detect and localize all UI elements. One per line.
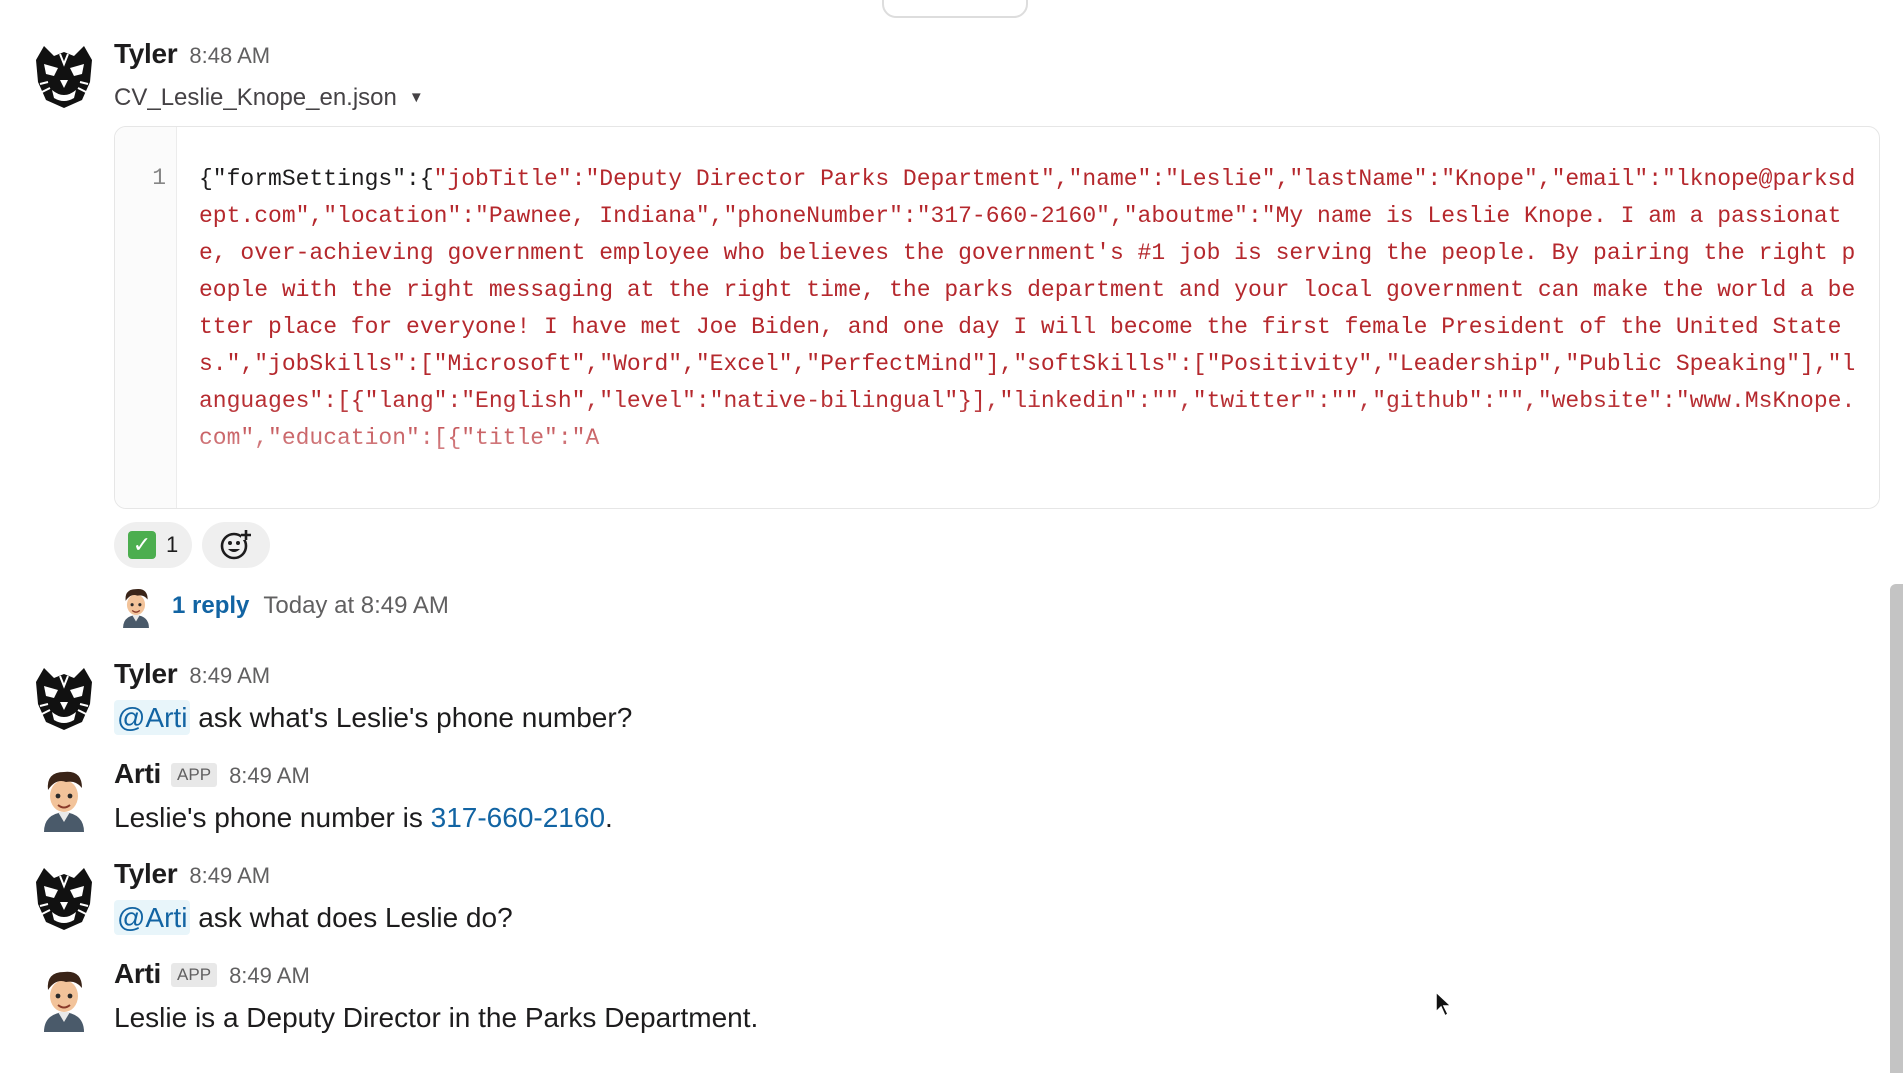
code-open: {"formSettings":{ [199, 166, 434, 192]
caret-down-icon[interactable]: ▼ [409, 89, 424, 106]
line-gutter: 1 [115, 127, 177, 508]
line-number: 1 [152, 165, 166, 191]
author-name[interactable]: Tyler [114, 658, 178, 690]
author-name[interactable]: Tyler [114, 858, 178, 890]
cartoon-boy-icon [30, 964, 98, 1032]
snippet-fade [177, 398, 1879, 508]
app-badge: APP [171, 963, 218, 987]
timestamp[interactable]: 8:48 AM [189, 43, 270, 69]
mention-arti[interactable]: @Arti [114, 900, 191, 935]
code-snippet[interactable]: 1 {"formSettings":{"jobTitle":"Deputy Di… [114, 126, 1880, 509]
tiger-face-icon [30, 864, 98, 932]
arti-avatar[interactable] [30, 964, 98, 1032]
reaction-count: 1 [166, 532, 179, 557]
tiger-face-icon [30, 42, 98, 110]
message-text: Leslie's phone number is 317-660-2160. [114, 802, 613, 834]
last-reply-time: Today at 8:49 AM [263, 592, 449, 619]
message-text: @Arti ask what's Leslie's phone number? [114, 700, 633, 735]
reaction-check[interactable]: ✓ 1 [114, 522, 193, 568]
author-name[interactable]: Arti [114, 758, 161, 790]
message-punctuation: . [605, 802, 613, 833]
tiger-face-icon [30, 664, 98, 732]
timestamp[interactable]: 8:49 AM [229, 963, 310, 989]
message-body: ask what does Leslie do? [190, 902, 513, 933]
tyler-avatar[interactable] [30, 664, 98, 732]
mouse-pointer-icon [1435, 990, 1453, 1018]
message-text: @Arti ask what does Leslie do? [114, 900, 513, 935]
timestamp[interactable]: 8:49 AM [189, 663, 270, 689]
check-mark-icon: ✓ [128, 531, 156, 559]
tyler-avatar[interactable] [30, 864, 98, 932]
mention-arti[interactable]: @Arti [114, 700, 191, 735]
new-messages-pill[interactable] [882, 0, 1028, 18]
scrollbar-thumb[interactable] [1890, 584, 1903, 1073]
message-body: ask what's Leslie's phone number? [190, 702, 633, 733]
timestamp[interactable]: 8:49 AM [189, 863, 270, 889]
message-body: Leslie's phone number is [114, 802, 431, 833]
add-emoji-icon [220, 530, 252, 560]
file-name[interactable]: CV_Leslie_Knope_en.json [114, 84, 397, 111]
app-badge: APP [171, 763, 218, 787]
timestamp[interactable]: 8:49 AM [229, 763, 310, 789]
thread-summary[interactable]: 1 reply Today at 8:49 AM [114, 584, 449, 628]
arti-avatar[interactable] [30, 764, 98, 832]
reactions-bar: ✓ 1 [114, 522, 271, 568]
arti-mini-avatar [114, 584, 158, 628]
author-name[interactable]: Arti [114, 958, 161, 990]
add-reaction-button[interactable] [202, 522, 271, 568]
reply-count-link[interactable]: 1 reply [172, 592, 249, 620]
file-name-row[interactable]: CV_Leslie_Knope_en.json ▼ [114, 84, 424, 112]
phone-link[interactable]: 317-660-2160 [431, 802, 605, 833]
cartoon-boy-icon [30, 764, 98, 832]
tyler-avatar[interactable] [30, 42, 98, 110]
author-name[interactable]: Tyler [114, 38, 178, 70]
cartoon-boy-icon [114, 584, 158, 628]
message-text: Leslie is a Deputy Director in the Parks… [114, 1002, 759, 1033]
